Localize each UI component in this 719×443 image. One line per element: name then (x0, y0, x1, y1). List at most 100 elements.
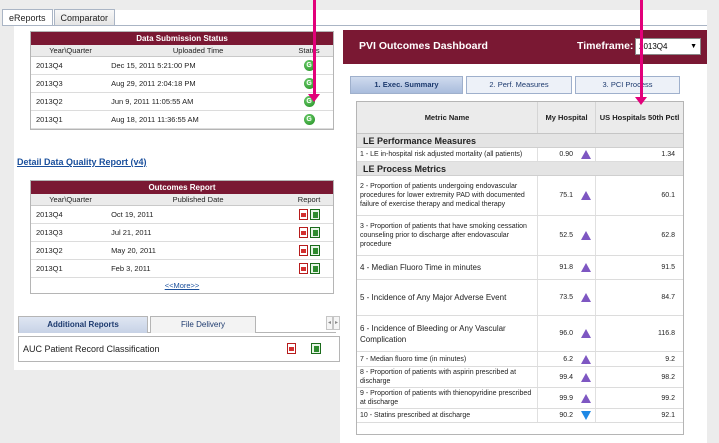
metric-row[interactable]: 10 - Statins prescribed at discharge 90.2… (357, 409, 683, 423)
pdf-icon[interactable] (298, 245, 308, 257)
annotation-arrow-icon (308, 94, 320, 102)
pdf-icon[interactable] (287, 343, 296, 354)
col-status: Status (298, 46, 320, 55)
metric-benchmark-value: 84.7 (661, 294, 675, 301)
metric-row[interactable]: 9 - Proportion of patients with thienopy… (357, 388, 683, 409)
table-row: 2013Q4 Dec 15, 2011 5:21:00 PM G (31, 57, 333, 75)
metric-name: 8 - Proportion of patients with aspirin … (357, 367, 538, 387)
metric-name: 9 - Proportion of patients with thienopy… (357, 388, 538, 408)
col-uploaded-time: Uploaded Time (172, 46, 224, 55)
metric-hospital-value: 96.0 (559, 330, 573, 337)
submission-header: Year\Quarter Uploaded Time Status (31, 45, 333, 57)
timeframe-select[interactable]: 2013Q4 ▼ (635, 38, 701, 55)
top-tab-bar: eReports Comparator (2, 9, 116, 26)
outcomes-header: Year\Quarter Published Date Report (31, 194, 333, 206)
row-quarter: 2013Q4 (36, 60, 63, 70)
col-report: Report (297, 195, 321, 204)
metric-benchmark-value: 1.34 (661, 151, 675, 158)
metric-hospital-value: 75.1 (559, 192, 573, 199)
tab-ereports[interactable]: eReports (2, 9, 53, 26)
metric-row[interactable]: 1 - LE in-hospital risk adjusted mortali… (357, 148, 683, 162)
pdf-icon[interactable] (298, 263, 308, 275)
row-quarter: 2013Q2 (36, 245, 63, 255)
tab-additional-reports[interactable]: Additional Reports (18, 316, 148, 333)
frame-bottom (0, 370, 340, 443)
row-quarter: 2013Q2 (36, 96, 63, 106)
metric-name: 3 - Proportion of patients that have smo… (357, 216, 538, 255)
excel-icon[interactable] (309, 227, 320, 239)
reports-tab-bar: Additional Reports File Delivery (18, 316, 336, 333)
dashboard-title: PVI Outcomes Dashboard (359, 40, 488, 52)
metric-benchmark-value: 116.8 (658, 330, 675, 337)
quality-report-link[interactable]: Detail Data Quality Report (v4) (17, 157, 147, 167)
annotation-arrow-icon (635, 97, 647, 105)
pdf-icon[interactable] (298, 209, 308, 221)
trend-indicator (576, 256, 596, 279)
table-row: 2013Q1 Feb 3, 2011 (31, 260, 333, 278)
metric-benchmark-value: 9.2 (665, 355, 675, 363)
metric-name: 7 - Median fluoro time (in minutes) (357, 352, 538, 366)
table-row: 2013Q3 Aug 29, 2011 2:04:18 PM G (31, 75, 333, 93)
tab-scroll-arrows[interactable]: ◂ ▸ (326, 316, 340, 330)
metric-row[interactable]: 3 - Proportion of patients that have smo… (357, 216, 683, 256)
metric-hospital-value: 99.4 (559, 373, 573, 381)
trend-indicator (576, 176, 596, 215)
table-row: 2013Q4 Oct 19, 2011 (31, 206, 333, 224)
tab-perf-measures[interactable]: 2. Perf. Measures (466, 76, 572, 94)
timeframe-label: Timeframe: (577, 40, 634, 52)
excel-icon[interactable] (309, 209, 320, 221)
excel-icon[interactable] (309, 245, 320, 257)
triangle-up-icon (580, 150, 591, 159)
trend-indicator (576, 280, 596, 315)
table-row: 2013Q3 Jul 21, 2011 (31, 224, 333, 242)
table-row: 2013Q1 Aug 18, 2011 11:36:55 AM G (31, 111, 333, 129)
scroll-left-icon[interactable]: ◂ (326, 316, 333, 330)
trend-indicator (576, 148, 596, 161)
row-date: May 20, 2011 (111, 245, 156, 255)
scroll-right-icon[interactable]: ▸ (333, 316, 340, 330)
metric-row[interactable]: 4 - Median Fluoro Time in minutes 91.8 91.… (357, 256, 683, 280)
status-green-icon[interactable]: G (303, 114, 315, 126)
pdf-icon[interactable] (298, 227, 308, 239)
row-time: Aug 18, 2011 11:36:55 AM (111, 114, 199, 124)
submission-title: Data Submission Status (31, 32, 333, 45)
tab-pci-process[interactable]: 3. PCI Process (575, 76, 680, 94)
metric-row[interactable]: 6 - Incidence of Bleeding or Any Vascula… (357, 316, 683, 352)
row-date: Oct 19, 2011 (111, 209, 154, 219)
metric-name: 6 - Incidence of Bleeding or Any Vascula… (357, 316, 538, 351)
triangle-up-icon (580, 293, 591, 302)
tab-comparator[interactable]: Comparator (53, 9, 116, 26)
metric-benchmark-value: 98.2 (661, 373, 675, 381)
trend-indicator (576, 316, 596, 351)
metric-row[interactable]: 5 - Incidence of Any Major Adverse Event… (357, 280, 683, 316)
timeframe-value: 2013Q4 (639, 42, 668, 51)
metric-hospital-value: 6.2 (563, 355, 573, 363)
excel-icon[interactable] (311, 343, 321, 354)
more-link[interactable]: <<More>> (165, 281, 200, 290)
metric-hospital-value: 99.9 (559, 394, 573, 402)
trend-indicator (576, 352, 596, 366)
annotation-arrow-line (313, 0, 316, 95)
triangle-up-icon (580, 191, 591, 200)
metric-row[interactable]: 2 - Proportion of patients undergoing en… (357, 176, 683, 216)
metric-hospital-value: 91.8 (559, 264, 573, 271)
metrics-table: Metric Name My Hospital US Hospitals 50t… (356, 101, 684, 435)
table-row: 2013Q2 Jun 9, 2011 11:05:55 AM G (31, 93, 333, 111)
tab-file-delivery[interactable]: File Delivery (150, 316, 256, 333)
metric-name: 5 - Incidence of Any Major Adverse Event (357, 280, 538, 315)
row-quarter: 2013Q3 (36, 227, 63, 237)
metric-row[interactable]: 7 - Median fluoro time (in minutes) 6.2 9.… (357, 352, 683, 367)
section-performance: LE Performance Measures (357, 134, 683, 148)
trend-indicator (576, 216, 596, 255)
metric-hospital-value: 73.5 (559, 294, 573, 301)
trend-indicator (576, 388, 596, 408)
metric-row[interactable]: 8 - Proportion of patients with aspirin … (357, 367, 683, 388)
table-row: 2013Q2 May 20, 2011 (31, 242, 333, 260)
report-item-label[interactable]: AUC Patient Record Classification (23, 344, 160, 354)
metric-hospital-value: 52.5 (559, 232, 573, 239)
submission-panel: Data Submission Status Year\Quarter Uplo… (30, 31, 334, 130)
excel-icon[interactable] (309, 263, 320, 275)
triangle-down-icon (580, 411, 591, 420)
dashboard-header: PVI Outcomes Dashboard Timeframe: 2013Q4… (343, 30, 707, 64)
tab-exec-summary[interactable]: 1. Exec. Summary (350, 76, 463, 94)
